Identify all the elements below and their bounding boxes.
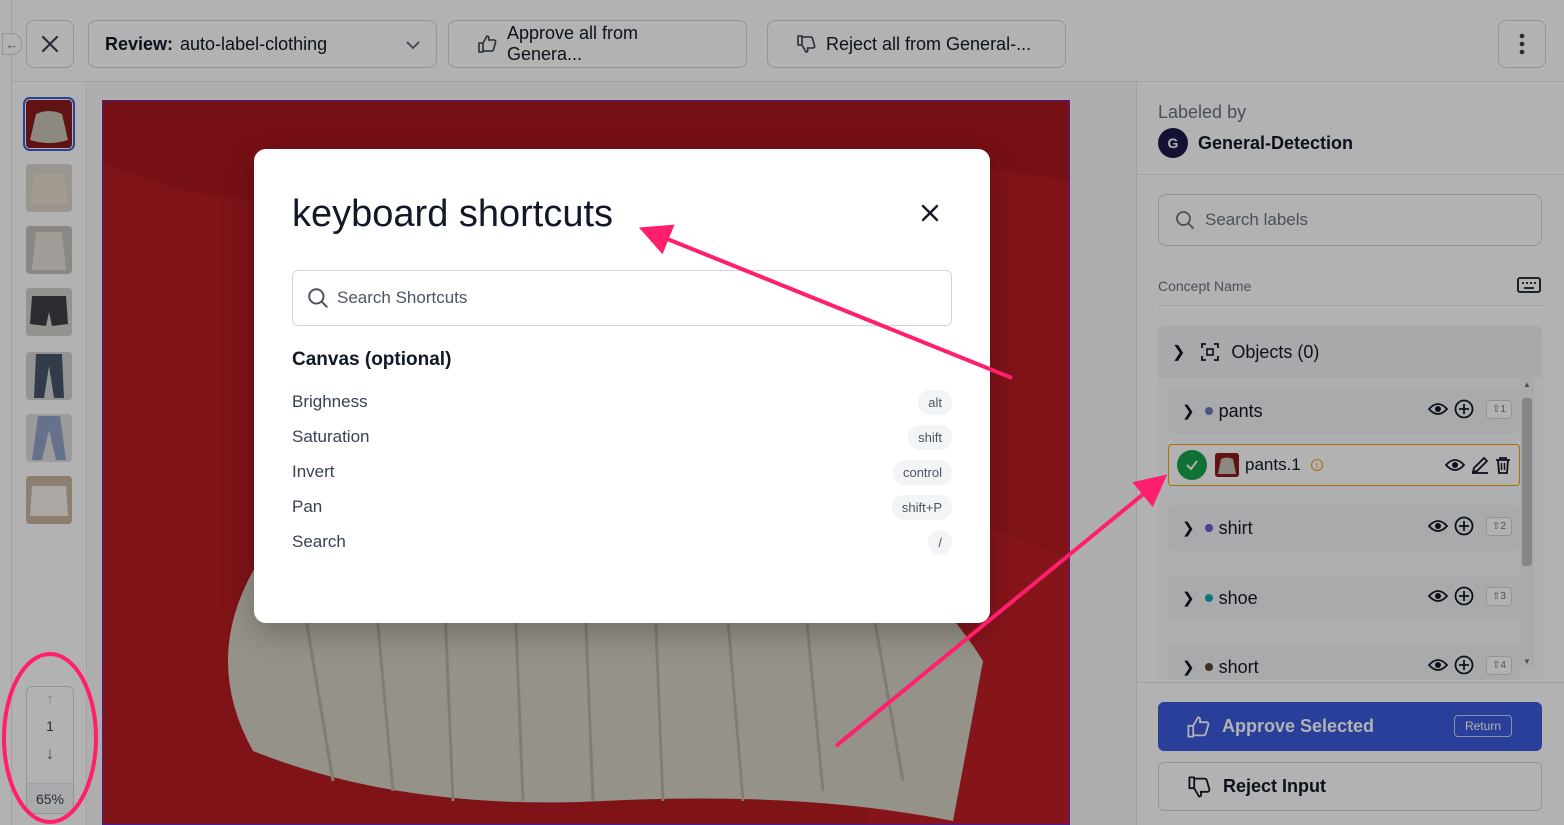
dialog-title: keyboard shortcuts (292, 193, 614, 235)
shortcut-key: shift (908, 424, 952, 450)
section-title: Canvas (optional) (292, 349, 452, 370)
keyboard-shortcuts-dialog: keyboard shortcuts Search Shortcuts Canv… (254, 149, 990, 623)
shortcut-name: Pan (292, 497, 323, 516)
shortcut-row: Brighness alt (292, 388, 952, 416)
shortcut-row: Search / (292, 528, 952, 556)
search-shortcuts-input[interactable]: Search Shortcuts (292, 270, 952, 326)
search-shortcuts-placeholder: Search Shortcuts (337, 288, 468, 307)
shortcut-key: alt (918, 389, 952, 415)
shortcut-row: Saturation shift (292, 423, 952, 451)
search-icon (308, 288, 328, 308)
shortcut-name: Invert (292, 462, 335, 481)
shortcut-name: Brighness (292, 392, 368, 411)
close-icon[interactable] (918, 201, 942, 225)
shortcut-name: Saturation (292, 427, 370, 446)
shortcut-key: shift+P (891, 494, 952, 520)
shortcut-row: Invert control (292, 458, 952, 486)
shortcut-row: Pan shift+P (292, 493, 952, 521)
shortcut-name: Search (292, 532, 346, 551)
shortcut-key: / (928, 529, 952, 555)
shortcut-key: control (892, 459, 952, 485)
